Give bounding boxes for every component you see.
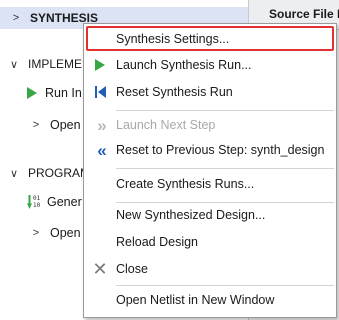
play-icon <box>95 59 105 71</box>
menu-separator <box>116 285 334 286</box>
nav-item-open-implemented[interactable]: > Open <box>30 114 81 136</box>
nav-item-run-implementation[interactable]: Run In <box>27 82 82 104</box>
menu-item-label: Reset to Previous Step: synth_design <box>116 143 325 157</box>
chevron-right-icon[interactable]: > <box>10 12 22 24</box>
menu-item-label: New Synthesized Design... <box>116 208 266 222</box>
menu-item-label: Open Netlist in New Window <box>116 293 275 307</box>
nav-item-generate-bitstream[interactable]: 01 10 Gener <box>27 191 82 213</box>
menu-separator <box>116 168 334 169</box>
nav-item-label: Open <box>50 118 81 132</box>
nav-item-label: Open <box>50 226 81 240</box>
chevron-right-icon[interactable]: > <box>30 227 42 239</box>
nav-section-program[interactable]: ∨ PROGRAM <box>0 162 90 184</box>
menu-item-label: Launch Synthesis Run... <box>116 58 252 72</box>
menu-item-reset-synthesis-run[interactable]: Reset Synthesis Run <box>84 80 336 104</box>
chevron-down-icon[interactable]: ∨ <box>8 167 20 180</box>
context-menu: Synthesis Settings... Launch Synthesis R… <box>83 23 337 318</box>
bitstream-icon: 01 10 <box>27 195 40 209</box>
menu-item-launch-next-step: » Launch Next Step <box>84 113 336 137</box>
menu-item-label: Close <box>116 262 148 276</box>
menu-item-open-netlist-new-window[interactable]: Open Netlist in New Window <box>84 288 336 312</box>
menu-item-label: Create Synthesis Runs... <box>116 177 255 191</box>
menu-item-label: Reload Design <box>116 235 198 249</box>
nav-section-label: PROGRAM <box>28 166 91 180</box>
reset-icon <box>94 86 106 98</box>
menu-item-create-synthesis-runs[interactable]: Create Synthesis Runs... <box>84 172 336 196</box>
nav-item-open-hardware[interactable]: > Open <box>30 222 81 244</box>
menu-item-close[interactable]: ✕ Close <box>84 257 336 281</box>
menu-item-reset-to-previous-step[interactable]: « Reset to Previous Step: synth_design <box>84 138 336 162</box>
menu-item-label: Synthesis Settings... <box>116 32 230 46</box>
double-chevron-left-icon: « <box>97 140 107 160</box>
nav-item-label: Gener <box>47 195 82 209</box>
tab-label: Source File P <box>269 7 339 21</box>
menu-item-reload-design[interactable]: Reload Design <box>84 230 336 254</box>
menu-item-label: Reset Synthesis Run <box>116 85 233 99</box>
menu-item-launch-synthesis-run[interactable]: Launch Synthesis Run... <box>84 53 336 77</box>
menu-item-new-synthesized-design[interactable]: New Synthesized Design... <box>84 203 336 227</box>
nav-section-implementation[interactable]: ∨ IMPLEMEN <box>0 53 91 75</box>
nav-item-label: Run In <box>45 86 82 100</box>
menu-item-label: Launch Next Step <box>116 118 216 132</box>
chevron-right-icon[interactable]: > <box>30 119 42 131</box>
nav-section-label: IMPLEMEN <box>28 57 91 71</box>
chevron-down-icon[interactable]: ∨ <box>8 58 20 71</box>
double-chevron-right-icon: » <box>97 115 107 135</box>
close-icon: ✕ <box>92 259 108 279</box>
menu-separator <box>116 110 334 111</box>
menu-item-synthesis-settings[interactable]: Synthesis Settings... <box>84 27 336 51</box>
play-icon <box>27 87 37 99</box>
